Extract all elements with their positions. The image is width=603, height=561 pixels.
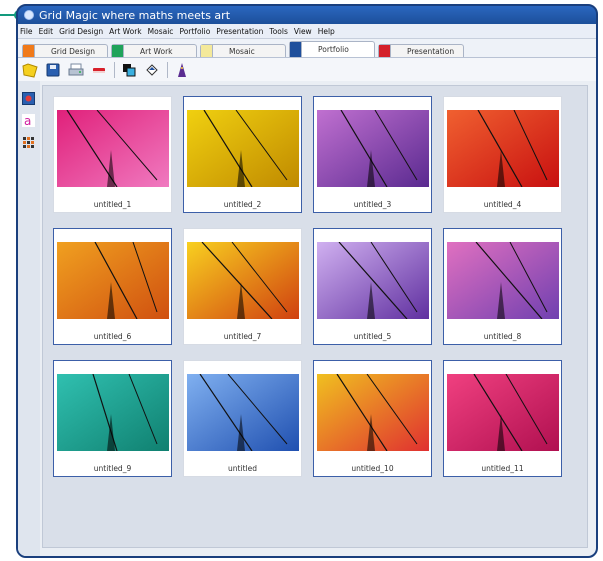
left-sidebar: a <box>18 81 40 556</box>
paint-bucket-icon[interactable] <box>144 62 160 78</box>
artwork-thumbnail[interactable] <box>187 242 299 319</box>
menu-item-view[interactable]: View <box>294 27 312 36</box>
tab-color-swatch <box>290 42 302 57</box>
menu-item-portfolio[interactable]: Portfolio <box>179 27 210 36</box>
open-folder-icon[interactable] <box>22 62 38 78</box>
item-caption: untitled <box>228 464 257 473</box>
item-caption: untitled_10 <box>351 464 394 473</box>
tab-label: Presentation <box>407 46 455 56</box>
toolbar-separator <box>114 62 115 78</box>
artwork-thumbnail[interactable] <box>317 242 429 319</box>
text-a-icon[interactable]: a <box>22 112 35 128</box>
tab-presentation[interactable]: Presentation <box>378 44 464 57</box>
menu-item-grid-design[interactable]: Grid Design <box>59 27 103 36</box>
window-title: Grid Magic where maths meets art <box>39 8 231 22</box>
tab-art-work[interactable]: Art Work <box>111 44 197 57</box>
app-window: Grid Magic where maths meets art File Edi… <box>16 4 598 558</box>
artwork-thumbnail[interactable] <box>447 374 559 451</box>
item-caption: untitled_7 <box>223 332 262 341</box>
portfolio-item[interactable]: untitled_10 <box>313 360 432 477</box>
artwork-thumbnail[interactable] <box>447 242 559 319</box>
save-icon[interactable] <box>45 62 61 78</box>
menu-bar: File Edit Grid Design Art Work Mosaic Portfol… <box>18 24 596 39</box>
artwork-thumbnail[interactable] <box>57 242 169 319</box>
menu-item-file[interactable]: File <box>20 27 33 36</box>
portfolio-item[interactable]: untitled_8 <box>443 228 562 345</box>
image-icon[interactable] <box>22 90 35 105</box>
portfolio-item[interactable]: untitled_7 <box>183 228 302 345</box>
menu-item-tools[interactable]: Tools <box>269 27 287 36</box>
portfolio-item[interactable]: untitled_11 <box>443 360 562 477</box>
item-caption: untitled_4 <box>483 200 522 209</box>
print-icon[interactable] <box>68 62 84 78</box>
item-caption: untitled_11 <box>481 464 524 473</box>
tab-color-swatch <box>379 45 391 57</box>
portfolio-item[interactable]: untitled_9 <box>53 360 172 477</box>
tab-color-swatch <box>23 45 35 57</box>
artwork-thumbnail[interactable] <box>317 374 429 451</box>
tab-grid-design[interactable]: Grid Design <box>22 44 108 57</box>
tab-color-swatch <box>201 45 213 57</box>
portfolio-item[interactable]: untitled_6 <box>53 228 172 345</box>
menu-item-mosaic[interactable]: Mosaic <box>148 27 174 36</box>
portfolio-item[interactable]: untitled <box>183 360 302 477</box>
portfolio-panel: untitled_1 untitled_2 untitled_3 untitled_4… <box>42 85 588 548</box>
tab-label: Portfolio <box>318 45 349 54</box>
svg-text:a: a <box>24 114 31 127</box>
portfolio-item[interactable]: untitled_5 <box>313 228 432 345</box>
menu-item-help[interactable]: Help <box>318 27 335 36</box>
tab-label: Grid Design <box>51 46 96 56</box>
menu-item-presentation[interactable]: Presentation <box>216 27 263 36</box>
portfolio-item[interactable]: untitled_4 <box>443 96 562 213</box>
app-logo-icon <box>24 10 34 20</box>
item-caption: untitled_1 <box>93 200 132 209</box>
item-caption: untitled_6 <box>93 332 132 341</box>
artwork-thumbnail[interactable] <box>447 110 559 187</box>
tab-label: Mosaic <box>229 46 255 56</box>
portfolio-item[interactable]: untitled_1 <box>53 96 172 213</box>
item-caption: untitled_9 <box>93 464 132 473</box>
tab-portfolio[interactable]: Portfolio <box>289 41 375 57</box>
portfolio-item[interactable]: untitled_3 <box>313 96 432 213</box>
toolbar <box>18 58 596 83</box>
tab-mosaic[interactable]: Mosaic <box>200 44 286 57</box>
tab-color-swatch <box>112 45 124 57</box>
item-caption: untitled_5 <box>353 332 392 341</box>
artwork-thumbnail[interactable] <box>317 110 429 187</box>
wizard-icon[interactable] <box>174 62 190 78</box>
tab-label: Art Work <box>140 46 173 56</box>
title-bar: Grid Magic where maths meets art <box>18 6 596 24</box>
workspace: a untitled_1 untitled_2 untitled_3 untitled… <box>18 81 596 556</box>
artwork-thumbnail[interactable] <box>187 374 299 451</box>
portfolio-item[interactable]: untitled_2 <box>183 96 302 213</box>
tab-bar: Grid Design Art Work Mosaic Portfolio Presen… <box>18 39 596 58</box>
layers-icon[interactable] <box>121 62 137 78</box>
artwork-thumbnail[interactable] <box>57 110 169 187</box>
grid-icon[interactable] <box>22 134 35 148</box>
menu-item-art-work[interactable]: Art Work <box>109 27 142 36</box>
item-caption: untitled_8 <box>483 332 522 341</box>
item-caption: untitled_2 <box>223 200 262 209</box>
menu-item-edit[interactable]: Edit <box>39 27 54 36</box>
item-caption: untitled_3 <box>353 200 392 209</box>
toolbar-separator <box>167 62 168 78</box>
eraser-icon[interactable] <box>91 62 107 78</box>
artwork-thumbnail[interactable] <box>187 110 299 187</box>
artwork-thumbnail[interactable] <box>57 374 169 451</box>
